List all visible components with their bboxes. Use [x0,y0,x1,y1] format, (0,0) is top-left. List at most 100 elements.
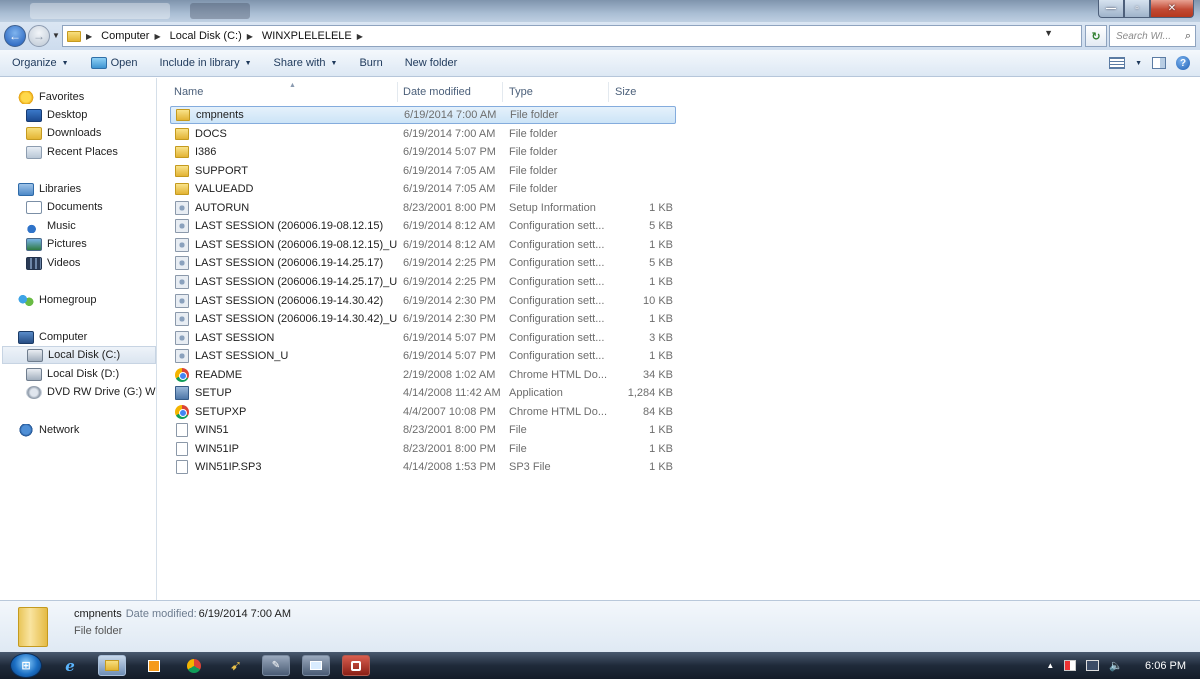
file-row[interactable]: I386 6/19/2014 5:07 PM File folder [170,143,676,161]
include-in-library-button[interactable]: Include in library ▼ [160,57,252,69]
nav-computer[interactable]: Computer [18,328,87,346]
system-tray: ▲ 🔈 6:06 PM [1046,652,1186,679]
nav-dvd-drive[interactable]: DVD RW Drive (G:) WINL [26,383,156,401]
file-name: LAST SESSION (206006.19-08.12.15) [195,220,384,233]
file-type: File [509,424,527,437]
address-bar[interactable]: ▶ Computer ▶ Local Disk (C:) ▶ WINXPLELELE… [62,25,1082,47]
wizard-app-icon[interactable]: ➹ [222,655,250,676]
navigation-pane[interactable]: Favorites Desktop Downloads Recent Place… [0,78,157,600]
nav-documents[interactable]: Documents [26,198,103,216]
show-hidden-icons-icon[interactable]: ▲ [1046,661,1054,670]
file-row[interactable]: LAST SESSION (206006.19-14.25.17)_U 6/19/… [170,273,676,291]
file-row[interactable]: LAST SESSION 6/19/2014 5:07 PM Configurati… [170,329,676,347]
chevron-down-icon[interactable]: ▼ [1135,60,1142,67]
breadcrumb-local-disk-c[interactable]: Local Disk (C:) ▶ [170,30,258,42]
file-date-modified: 4/4/2007 10:08 PM [403,405,496,418]
file-row[interactable]: VALUEADD 6/19/2014 7:05 AM File folder [170,180,676,198]
chevron-down-icon: ▼ [244,59,252,67]
file-date-modified: 6/19/2014 7:05 AM [403,164,496,177]
file-row[interactable]: WIN51 8/23/2001 8:00 PM File 1 KB [170,421,676,439]
nav-videos[interactable]: Videos [26,254,80,272]
file-type: File folder [509,164,558,177]
clock[interactable]: 6:06 PM [1145,660,1186,672]
title-bar-tab-blurred [190,3,250,19]
file-row[interactable]: cmpnents 6/19/2014 7:00 AM File folder [170,106,676,124]
file-row[interactable]: WIN51IP 8/23/2001 8:00 PM File 1 KB [170,440,676,458]
chrome-icon[interactable] [180,655,208,676]
file-date-modified: 6/19/2014 5:07 PM [403,331,496,344]
file-row[interactable]: LAST SESSION (206006.19-14.30.42) 6/19/20… [170,292,676,310]
search-input[interactable]: Search WI... ⌕ [1109,25,1196,47]
nav-downloads[interactable]: Downloads [26,124,101,142]
nav-label: Desktop [47,109,88,121]
media-player-icon[interactable] [140,655,168,676]
file-row[interactable]: README 2/19/2008 1:02 AM Chrome HTML Do...… [170,366,676,384]
open-label: Open [110,57,138,69]
tools-app-icon[interactable]: ✎ [262,655,290,676]
file-row[interactable]: AUTORUN 8/23/2001 8:00 PM Setup Informatio… [170,199,676,217]
action-center-flag-icon[interactable] [1064,660,1077,671]
window-title-bar[interactable]: — ▫ ✕ [0,0,1200,22]
forward-button[interactable]: → [28,25,50,47]
organize-button[interactable]: Organize ▼ [12,57,69,69]
new-folder-button[interactable]: New folder [405,57,458,69]
nav-network[interactable]: Network [18,421,79,439]
file-date-modified: 8/23/2001 8:00 PM [403,424,496,437]
nav-local-disk-d[interactable]: Local Disk (D:) [26,365,119,383]
file-icon [176,423,188,438]
column-header-date-modified[interactable]: Date modified [397,82,503,102]
preview-pane-icon[interactable] [1152,57,1166,69]
file-row[interactable]: DOCS 6/19/2014 7:00 AM File folder [170,125,676,143]
nav-music[interactable]: Music [26,217,76,235]
nav-favorites[interactable]: Favorites [18,88,84,106]
address-history-dropdown[interactable]: ▼ [1044,28,1053,38]
file-row[interactable]: SUPPORT 6/19/2014 7:05 AM File folder [170,162,676,180]
burn-button[interactable]: Burn [359,57,382,69]
breadcrumb-current-folder[interactable]: WINXPLELELELE ▶ [262,30,368,42]
help-icon[interactable]: ? [1176,56,1190,70]
maximize-button[interactable]: ▫ [1124,0,1150,18]
file-row[interactable]: SETUP 4/14/2008 11:42 AM Application 1,284 … [170,384,676,402]
column-header-size[interactable]: Size [609,82,679,102]
nav-homegroup[interactable]: Homegroup [18,291,96,309]
share-with-button[interactable]: Share with ▼ [274,57,338,69]
nav-desktop[interactable]: Desktop [26,106,87,124]
file-row[interactable]: LAST SESSION (206006.19-14.30.42)_U 6/19/… [170,310,676,328]
file-type: Application [509,387,563,400]
details-name: cmpnents [74,608,122,620]
network-status-icon[interactable] [1086,660,1100,671]
nav-pictures[interactable]: Pictures [26,235,87,253]
file-date-modified: 6/19/2014 5:07 PM [403,350,496,363]
file-row[interactable]: LAST SESSION (206006.19-14.25.17) 6/19/20… [170,254,676,272]
file-row[interactable]: LAST SESSION_U 6/19/2014 5:07 PM Configura… [170,347,676,365]
nav-local-disk-c[interactable]: Local Disk (C:) [2,346,156,364]
file-row[interactable]: WIN51IP.SP3 4/14/2008 1:53 PM SP3 File 1 KB [170,458,676,476]
remote-desktop-icon[interactable] [302,655,330,676]
recent-pages-dropdown[interactable]: ▼ [52,31,60,40]
internet-explorer-icon[interactable]: e [56,655,84,676]
file-row[interactable]: LAST SESSION (206006.19-08.12.15)_U 6/19/… [170,236,676,254]
column-header-name[interactable]: ▲ Name [168,82,398,102]
downloads-icon [26,126,42,140]
change-view-icon[interactable] [1109,57,1126,69]
office-app-icon[interactable] [342,655,370,676]
file-list-pane[interactable]: ▲ Name Date modified Type Size cmpnents 6/… [158,78,1200,600]
breadcrumb-root-arrow[interactable]: ▶ [81,32,97,41]
volume-icon[interactable]: 🔈 [1109,659,1123,672]
pictures-icon [26,237,42,251]
minimize-button[interactable]: — [1098,0,1124,18]
open-button[interactable]: Open [90,57,138,69]
file-row[interactable]: LAST SESSION (206006.19-08.12.15) 6/19/20… [170,217,676,235]
breadcrumb-computer[interactable]: Computer ▶ [101,30,165,42]
close-button[interactable]: ✕ [1150,0,1194,18]
file-row[interactable]: SETUPXP 4/4/2007 10:08 PM Chrome HTML Do..… [170,403,676,421]
nav-label: Videos [47,257,81,269]
start-button[interactable]: ⊞ [10,653,42,678]
details-date-label: Date modified: [125,608,197,620]
column-header-type[interactable]: Type [503,82,609,102]
nav-recent-places[interactable]: Recent Places [26,143,118,161]
refresh-button[interactable]: ↻ [1085,25,1107,47]
back-button[interactable]: ← [4,25,26,47]
windows-explorer-icon[interactable] [98,655,126,676]
nav-libraries[interactable]: Libraries [18,180,81,198]
